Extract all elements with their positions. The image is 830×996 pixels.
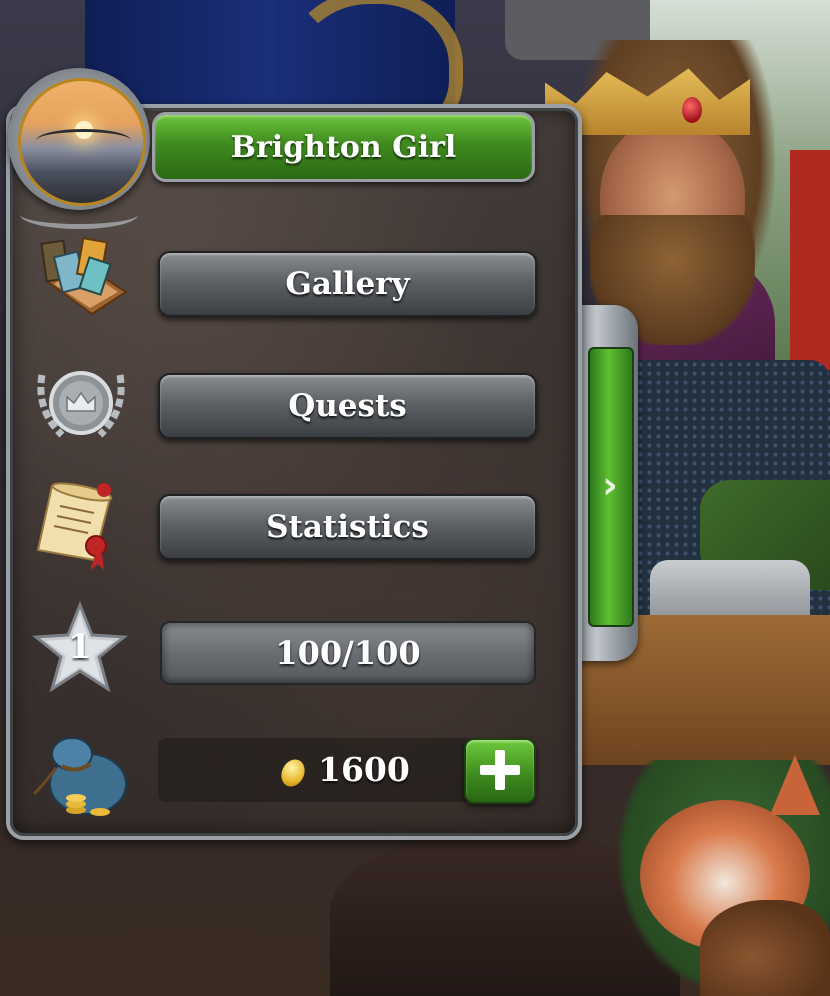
bridge (36, 129, 131, 152)
red-flag (790, 150, 830, 370)
gallery-button[interactable]: Gallery (158, 251, 537, 317)
avatar[interactable] (18, 78, 146, 206)
coin-icon (277, 755, 309, 791)
statistics-button[interactable]: Statistics (158, 494, 537, 560)
add-gold-button[interactable] (464, 738, 536, 804)
gold-display: 1600 (158, 738, 536, 804)
gold-amount: 1600 (318, 750, 410, 789)
level-star-icon: 1 (32, 601, 128, 693)
cards-icon (40, 237, 128, 316)
lute (700, 900, 830, 996)
laurel-ornament-icon (20, 200, 138, 229)
experience-bar: 100/100 (160, 621, 536, 685)
crown-medal-icon (37, 371, 125, 438)
coin-bag-icon (32, 737, 127, 816)
chevron-right-icon: › (602, 463, 618, 507)
scroll-icon (36, 482, 113, 570)
side-tab-button[interactable]: › (588, 347, 634, 627)
player-name-button[interactable]: Brighton Girl (152, 112, 535, 182)
quests-button[interactable]: Quests (158, 373, 537, 439)
avatar-frame[interactable] (8, 68, 150, 210)
level-number: 1 (68, 627, 92, 667)
crown-gem (682, 97, 702, 123)
